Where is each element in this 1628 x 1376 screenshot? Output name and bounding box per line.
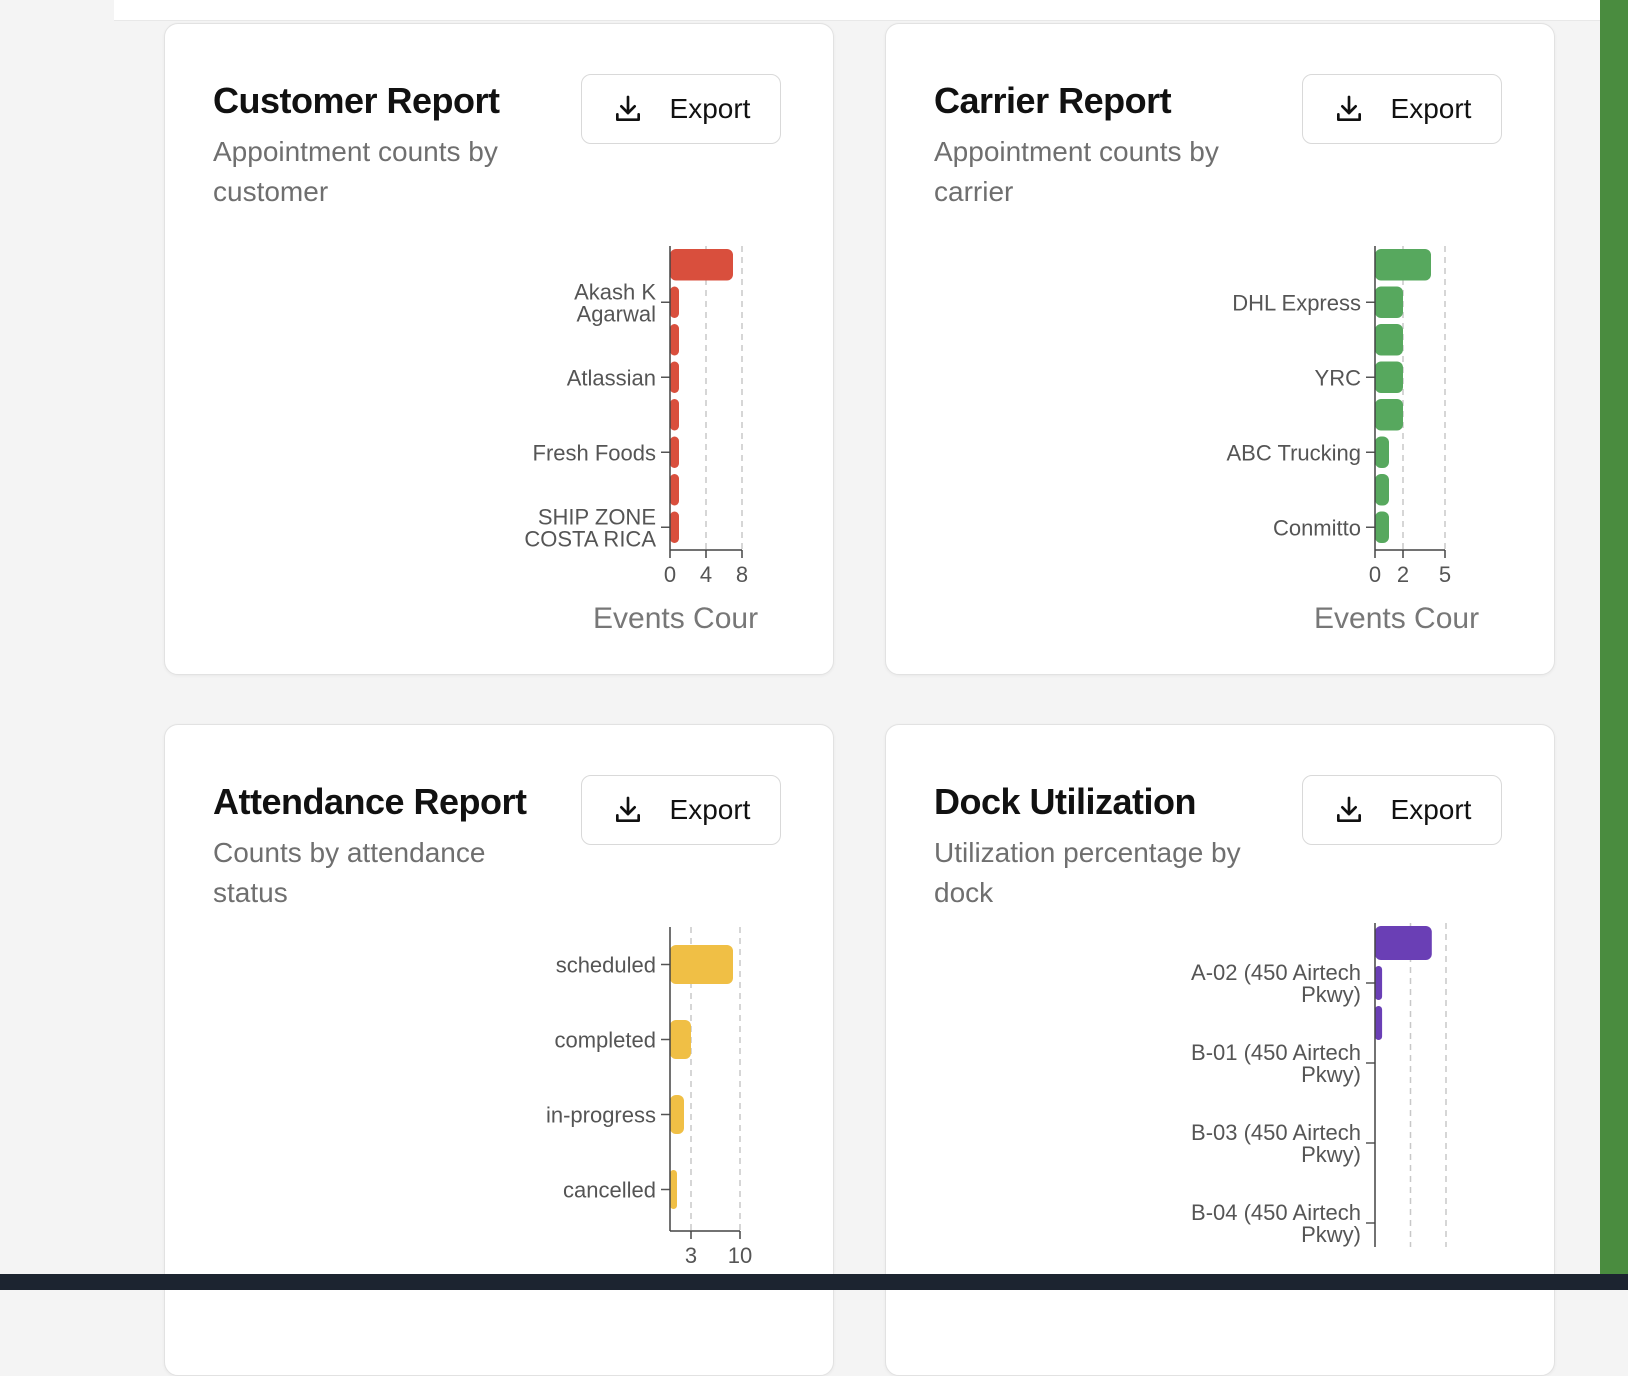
y-tick-label: in-progress bbox=[546, 1103, 656, 1128]
y-tick-label: cancelled bbox=[563, 1178, 656, 1203]
y-tick-label: Fresh Foods bbox=[533, 440, 657, 465]
top-panel-edge bbox=[114, 0, 1600, 21]
bar bbox=[1375, 966, 1383, 1000]
y-tick-label: Agarwal bbox=[577, 301, 656, 326]
bar bbox=[670, 1020, 691, 1059]
x-tick-label: 10 bbox=[728, 1243, 752, 1268]
x-tick-label: 4 bbox=[700, 562, 712, 587]
x-tick-label: 0 bbox=[664, 562, 676, 587]
y-tick-label: Conmitto bbox=[1273, 515, 1361, 540]
x-tick-label: 0 bbox=[1369, 562, 1381, 587]
bar bbox=[670, 511, 679, 543]
carrier-bar-chart: DHL Express YRC ABC Trucking Conmitto 0 2 5 Eve… bbox=[1227, 246, 1479, 635]
x-tick-label: 8 bbox=[736, 562, 748, 587]
bar bbox=[670, 1095, 684, 1134]
x-tick-label: 3 bbox=[685, 1243, 697, 1268]
bar bbox=[1375, 474, 1389, 506]
x-tick-label: 2 bbox=[1397, 562, 1409, 587]
bar bbox=[670, 436, 679, 468]
y-tick-label: DHL Express bbox=[1232, 290, 1361, 315]
y-tick-label: Pkwy) bbox=[1301, 982, 1361, 1007]
bar bbox=[670, 249, 733, 281]
bottom-taskbar bbox=[0, 1274, 1628, 1290]
bar bbox=[1375, 249, 1431, 281]
carrier-report-card: Carrier Report Appointment counts by car… bbox=[885, 23, 1555, 675]
right-edge-bar bbox=[1600, 0, 1628, 1276]
bar bbox=[1375, 1006, 1383, 1040]
bar bbox=[1375, 324, 1403, 356]
y-tick-label: scheduled bbox=[556, 953, 656, 978]
customer-bar-chart: Akash KAgarwalAtlassianFresh FoodsSHIP Z… bbox=[524, 246, 758, 635]
y-tick-label: completed bbox=[554, 1028, 656, 1053]
y-tick-label: Pkwy) bbox=[1301, 1142, 1361, 1167]
bar bbox=[670, 399, 679, 431]
bar bbox=[1375, 926, 1432, 960]
bar bbox=[1375, 399, 1403, 431]
bar bbox=[670, 1170, 677, 1209]
x-axis-label: Events Cour bbox=[593, 602, 758, 635]
customer-report-card: Customer Report Appointment counts by cu… bbox=[164, 23, 834, 675]
bar bbox=[670, 945, 733, 984]
x-axis-label: Events Cour bbox=[1314, 602, 1479, 635]
y-tick-label: Pkwy) bbox=[1301, 1222, 1361, 1247]
bar bbox=[1375, 511, 1389, 543]
y-tick-label: Pkwy) bbox=[1301, 1062, 1361, 1087]
bar bbox=[1375, 286, 1403, 318]
y-tick-label: ABC Trucking bbox=[1227, 440, 1362, 465]
y-tick-label: Atlassian bbox=[567, 365, 656, 390]
y-tick-label: YRC bbox=[1315, 365, 1362, 390]
bar bbox=[670, 324, 679, 356]
bar bbox=[670, 286, 679, 318]
bar bbox=[670, 361, 679, 393]
bar bbox=[1375, 436, 1389, 468]
bar bbox=[670, 474, 679, 506]
x-tick-label: 5 bbox=[1439, 562, 1451, 587]
y-tick-label: COSTA RICA bbox=[524, 526, 656, 551]
bar bbox=[1375, 361, 1403, 393]
